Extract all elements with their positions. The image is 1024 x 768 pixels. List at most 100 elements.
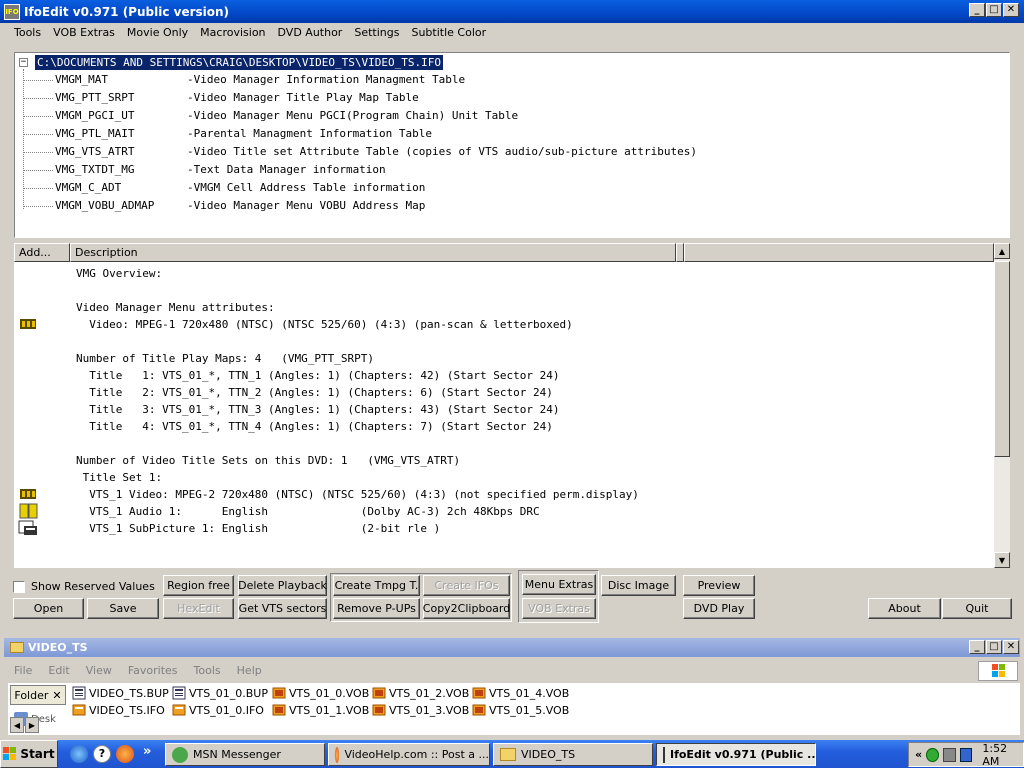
file-item[interactable]: VTS_01_5.VOB [472,702,569,718]
quit-button[interactable]: Quit [942,598,1012,619]
explorer-menu-edit[interactable]: Edit [48,664,69,677]
open-button[interactable]: Open [13,598,84,619]
firefox-quicklaunch-icon[interactable] [116,745,134,763]
file-item[interactable]: VTS_01_0.VOB [272,685,369,701]
dvd-play-button[interactable]: DVD Play [683,598,755,619]
tree-item[interactable]: VMGM_PGCI_UT -Video Manager Menu PGCI(Pro… [23,107,518,125]
tree-item[interactable]: VMGM_MAT -Video Manager Information Manag… [23,71,465,89]
list-row[interactable]: VTS_1 Video: MPEG-2 720x480 (NTSC) (NTSC… [76,486,639,503]
scroll-left-icon[interactable]: ◀ [10,717,24,733]
list-row[interactable]: VMG Overview: [76,265,162,282]
tree-item[interactable]: VMGM_C_ADT -VMGM Cell Address Table infor… [23,179,425,197]
start-button[interactable]: Start [0,740,58,768]
description-list[interactable]: VMG Overview: Video Manager Menu attribut… [14,262,994,568]
column-header-extra[interactable] [684,243,994,262]
create-ifos-button[interactable]: Create IFOs [423,575,510,596]
tree-item[interactable]: VMG_TXTDT_MG -Text Data Manager informati… [23,161,386,179]
list-row[interactable]: Title Set 1: [76,469,162,486]
file-item[interactable]: VTS_01_2.VOB [372,685,469,701]
clock[interactable]: 1:52 AM [982,742,1023,768]
region-free-button[interactable]: Region free [163,575,234,596]
list-row[interactable]: Title 1: VTS_01_*, TTN_1 (Angles: 1) (Ch… [76,367,559,384]
explorer-menu-view[interactable]: View [86,664,112,677]
file-item[interactable]: VTS_01_3.VOB [372,702,469,718]
tree-collapse-icon[interactable]: − [19,58,28,67]
vob-extras-button[interactable]: VOB Extras [522,598,596,619]
explorer-menu-favorites[interactable]: Favorites [128,664,178,677]
list-row[interactable]: Video Manager Menu attributes: [76,299,275,316]
tree-root-path[interactable]: C:\DOCUMENTS AND SETTINGS\CRAIG\DESKTOP\… [35,55,443,70]
close-folders-icon[interactable]: ✕ [52,689,61,702]
column-header-description[interactable]: Description [70,243,676,262]
task-video-ts[interactable]: VIDEO_TS [493,743,653,766]
remove-pups-button[interactable]: Remove P-UPs [333,598,420,619]
list-row[interactable]: Title 3: VTS_01_*, TTN_3 (Angles: 1) (Ch… [76,401,559,418]
maximize-button[interactable]: □ [986,3,1002,17]
explorer-file-area[interactable]: Folder ✕ Desk ◀ ▶ VIDEO_TS.BUP VIDEO_TS.IF… [8,683,1020,735]
file-item[interactable]: VIDEO_TS.IFO [72,702,165,718]
column-header-spacer[interactable] [676,243,684,262]
tree-item[interactable]: VMGM_VOBU_ADMAP -Video Manager Menu VOBU … [23,197,425,215]
list-row[interactable]: Number of Title Play Maps: 4 (VMG_PTT_SR… [76,350,374,367]
preview-button[interactable]: Preview [683,575,755,596]
menu-movie-only[interactable]: Movie Only [121,26,194,39]
scroll-up-icon[interactable]: ▲ [994,243,1010,259]
scroll-thumb[interactable] [994,261,1010,457]
scroll-down-icon[interactable]: ▼ [994,552,1010,568]
list-row[interactable]: VTS_1 SubPicture 1: English (2-bit rle ) [76,520,440,537]
file-item[interactable]: VTS_01_0.BUP [172,685,268,701]
explorer-title-bar[interactable]: VIDEO_TS _ □ ✕ [4,638,1020,657]
tray-monitor-icon[interactable] [959,747,973,762]
vertical-scrollbar[interactable]: ▲ ▼ [994,243,1010,568]
minimize-button[interactable]: _ [969,3,985,17]
task-videohelp[interactable]: VideoHelp.com :: Post a ... [328,743,490,766]
hexedit-button[interactable]: HexEdit [163,598,234,619]
tree-item[interactable]: VMG_PTT_SRPT -Video Manager Title Play Ma… [23,89,419,107]
scroll-right-icon[interactable]: ▶ [25,717,39,733]
list-row[interactable]: Title 4: VTS_01_*, TTN_4 (Angles: 1) (Ch… [76,418,553,435]
close-button[interactable]: ✕ [1003,3,1019,17]
quicklaunch-chevron-icon[interactable]: » [143,744,151,759]
ie-quicklaunch-icon[interactable] [70,745,88,763]
menu-tools[interactable]: Tools [8,26,47,39]
tray-chevron-icon[interactable]: « [915,748,922,761]
ifo-tree-view[interactable]: − C:\DOCUMENTS AND SETTINGS\CRAIG\DESKTO… [14,52,1010,238]
file-item[interactable]: VTS_01_1.VOB [272,702,369,718]
file-item[interactable]: VTS_01_0.IFO [172,702,264,718]
tree-item[interactable]: VMG_PTL_MAIT -Parental Managment Informat… [23,125,432,143]
menu-subtitle-color[interactable]: Subtitle Color [405,26,492,39]
tree-item[interactable]: VMG_VTS_ATRT -Video Title set Attribute T… [23,143,697,161]
copy-to-clipboard-button[interactable]: Copy2Clipboard [423,598,510,619]
tray-network-icon[interactable] [942,747,956,762]
task-msn-messenger[interactable]: MSN Messenger [165,743,325,766]
help-quicklaunch-icon[interactable]: ? [93,745,111,763]
folders-panel-button[interactable]: Folder ✕ [10,685,66,705]
delete-playback-button[interactable]: Delete Playback [238,575,327,596]
tray-msn-icon[interactable] [926,747,939,762]
explorer-minimize-button[interactable]: _ [969,640,985,654]
explorer-close-button[interactable]: ✕ [1003,640,1019,654]
show-reserved-checkbox[interactable] [13,581,25,593]
list-row[interactable]: VTS_1 Audio 1: English (Dolby AC-3) 2ch … [76,503,539,520]
menu-macrovision[interactable]: Macrovision [194,26,271,39]
file-item[interactable]: VIDEO_TS.BUP [72,685,169,701]
menu-vob-extras[interactable]: VOB Extras [47,26,121,39]
explorer-maximize-button[interactable]: □ [986,640,1002,654]
get-vts-sectors-button[interactable]: Get VTS sectors [238,598,327,619]
create-tmpg-button[interactable]: Create Tmpg T. [333,575,420,596]
list-row[interactable]: Title 2: VTS_01_*, TTN_2 (Angles: 1) (Ch… [76,384,553,401]
column-header-address[interactable]: Add... [14,243,70,262]
menu-settings[interactable]: Settings [348,26,405,39]
about-button[interactable]: About [868,598,941,619]
app-title-bar[interactable]: IFO IfoEdit v0.971 (Public version) _ □ … [0,0,1024,23]
save-button[interactable]: Save [87,598,159,619]
explorer-menu-help[interactable]: Help [237,664,262,677]
list-row[interactable]: Video: MPEG-1 720x480 (NTSC) (NTSC 525/6… [76,316,572,333]
list-row[interactable]: Number of Video Title Sets on this DVD: … [76,452,460,469]
file-item[interactable]: VTS_01_4.VOB [472,685,569,701]
explorer-menu-file[interactable]: File [14,664,32,677]
explorer-menu-tools[interactable]: Tools [194,664,221,677]
disc-image-button[interactable]: Disc Image [601,575,676,596]
task-ifoedit[interactable]: IfoEdit v0.971 (Public ... [656,743,816,766]
menu-extras-button[interactable]: Menu Extras [522,574,596,595]
